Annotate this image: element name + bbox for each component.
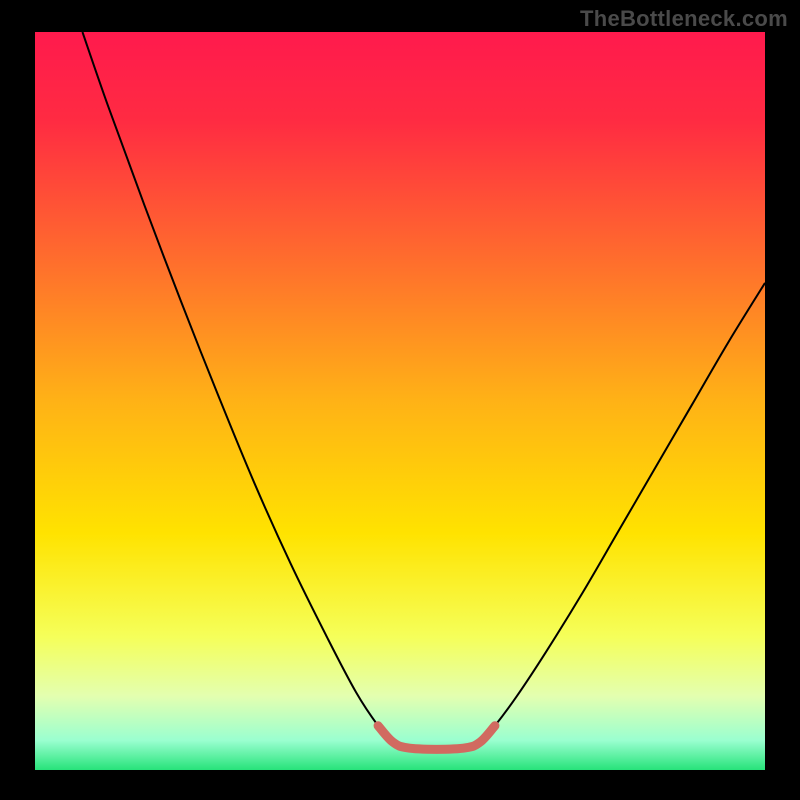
chart-background xyxy=(35,32,765,770)
watermark-text: TheBottleneck.com xyxy=(580,6,788,32)
bottleneck-chart xyxy=(0,0,800,800)
chart-frame: TheBottleneck.com xyxy=(0,0,800,800)
